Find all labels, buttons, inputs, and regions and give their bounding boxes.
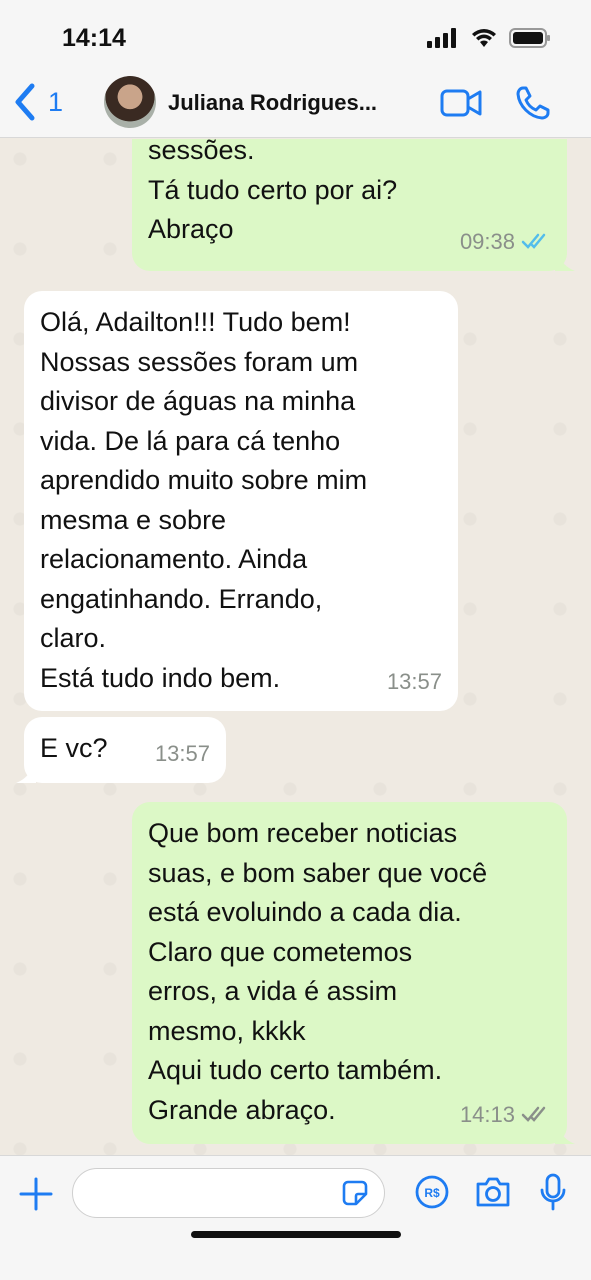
message-text: Olá, Adailton!!! Tudo bem! Nossas sessõe…	[40, 307, 368, 693]
plus-icon[interactable]	[18, 1176, 54, 1212]
message-meta: 14:13	[460, 1095, 551, 1135]
svg-text:R$: R$	[424, 1186, 440, 1200]
signal-icon	[427, 28, 456, 48]
wifi-icon	[472, 29, 496, 47]
message-meta: 13:57	[155, 734, 210, 774]
pix-real-icon[interactable]: R$	[414, 1174, 450, 1210]
camera-icon[interactable]	[474, 1174, 512, 1210]
bubble-tail	[555, 1124, 575, 1144]
contact-name[interactable]: Juliana Rodrigues...	[168, 90, 418, 116]
status-bar: 14:14	[0, 0, 591, 80]
phone-icon[interactable]	[515, 85, 551, 121]
sticker-icon[interactable]	[340, 1178, 370, 1208]
message-time: 13:57	[154, 740, 210, 766]
bubble-tail	[555, 251, 575, 271]
video-camera-icon[interactable]	[440, 88, 482, 118]
status-time: 14:14	[62, 24, 126, 52]
message-incoming[interactable]: E vc? 13:57	[16, 717, 226, 783]
input-bar: R$	[0, 1155, 591, 1280]
chat-area[interactable]: sessões. Tá tudo certo por ai? Abraço 09…	[0, 139, 591, 1155]
battery-icon	[509, 28, 550, 48]
message-meta: 13:57	[387, 662, 442, 702]
microphone-icon[interactable]	[538, 1172, 568, 1212]
back-button[interactable]: 1	[12, 82, 63, 122]
home-indicator[interactable]	[191, 1231, 401, 1238]
unread-count: 1	[48, 86, 64, 117]
delivered-check-icon	[521, 1107, 546, 1123]
message-incoming[interactable]: Olá, Adailton!!! Tudo bem! Nossas sessõe…	[24, 291, 458, 711]
chat-header: 1 Juliana Rodrigues...	[0, 70, 591, 138]
message-meta: 09:38	[460, 222, 551, 262]
contact-avatar[interactable]	[104, 76, 156, 128]
message-outgoing[interactable]: Que bom receber noticias suas, e bom sab…	[132, 802, 575, 1144]
bubble-tail	[16, 763, 36, 783]
read-check-icon	[521, 234, 546, 250]
chevron-left-icon	[15, 83, 35, 121]
message-text: Que bom receber noticias suas, e bom sab…	[148, 818, 488, 1125]
message-time: 09:38	[459, 228, 515, 254]
message-time: 14:13	[459, 1101, 515, 1127]
message-input[interactable]	[72, 1168, 385, 1218]
message-time: 13:57	[386, 668, 442, 694]
status-icons	[427, 28, 551, 48]
message-outgoing[interactable]: sessões. Tá tudo certo por ai? Abraço 09…	[132, 139, 575, 271]
